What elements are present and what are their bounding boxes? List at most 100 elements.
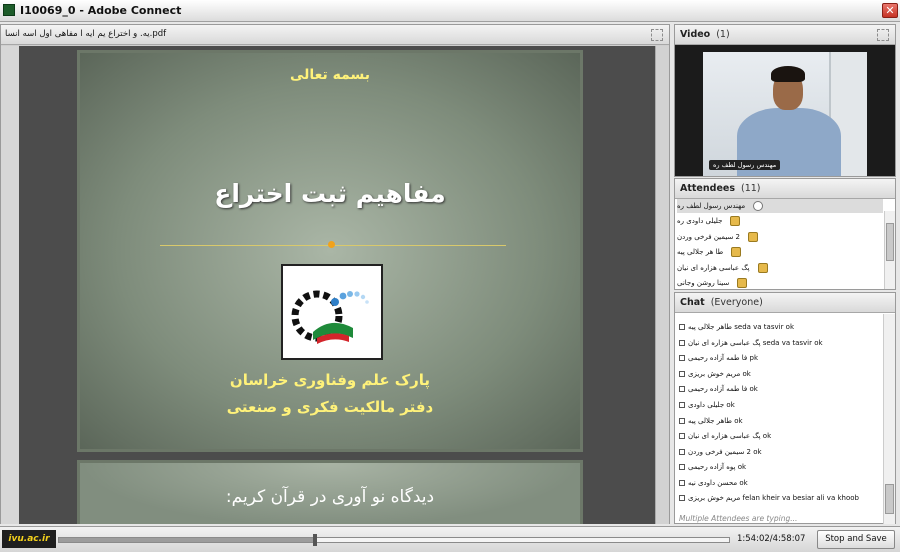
share-pod: یه. و اختراع یم ایه ا مفاهی اول اسه انسا… — [0, 24, 670, 524]
presenter-video[interactable]: مهندس رسول لطف ره — [703, 52, 867, 176]
attendees-label: Attendees — [680, 183, 735, 194]
attendee-name: طا هر جلالی پیه — [677, 248, 724, 256]
attendee-row[interactable]: پگ عباسی هزاره ای نیان — [677, 261, 883, 275]
chat-text: ok — [762, 432, 772, 440]
slide-basmala: بسمه تعالی — [289, 67, 371, 83]
user-icon — [748, 232, 758, 242]
science-park-logo — [281, 264, 383, 360]
typing-status: Multiple Attendees are typing... — [679, 514, 798, 523]
chat-text: seda va tasvir ok — [734, 323, 795, 331]
chat-text: pk — [749, 354, 759, 362]
chat-user: مریم خوش بریزی — [688, 494, 741, 502]
progress-handle[interactable] — [312, 534, 317, 546]
chat-user: پگ عباسی هزاره ای نیان — [688, 432, 761, 440]
chat-bullet-icon — [679, 402, 685, 408]
stop-and-save-button[interactable]: Stop and Save — [817, 530, 895, 549]
attendee-row[interactable]: 2 سیمین فرخی وردن — [677, 230, 883, 244]
attendees-scrollbar[interactable] — [884, 211, 895, 289]
video-label: Video — [680, 29, 711, 40]
attendees-pod-header: Attendees (11) — [675, 179, 895, 199]
chat-message: طاهر جلالی پیه seda va tasvir ok — [679, 323, 794, 335]
attendees-scroll-thumb[interactable] — [886, 223, 894, 261]
chat-user: فا طمه آزاده رحیمی — [688, 354, 748, 362]
chat-label: Chat — [680, 297, 705, 308]
window-title: I10069_0 - Adobe Connect — [20, 4, 182, 17]
chat-message: 2 سیمین فرخی وردن ok — [679, 448, 762, 460]
chat-user: مریم خوش بریزی — [688, 370, 741, 378]
chat-scrollbar[interactable] — [883, 314, 895, 524]
chat-bullet-icon — [679, 495, 685, 501]
progress-fill — [59, 538, 315, 542]
chat-text: ok — [726, 401, 735, 409]
chat-user: طاهر جلالی پیه — [688, 323, 732, 331]
chat-message: پگ عباسی هزاره ای نیان ok — [679, 432, 771, 444]
attendee-row[interactable]: جلیلی داودی ره — [677, 214, 883, 228]
chat-bullet-icon — [679, 480, 685, 486]
chat-pod-title: Chat (Everyone) — [680, 297, 763, 308]
chat-message: پگ عباسی هزاره ای نیان seda va tasvir ok — [679, 339, 823, 351]
chat-text: ok — [742, 370, 751, 378]
attendee-row[interactable]: سینا روشن وجانی — [677, 276, 883, 290]
phone-icon — [753, 201, 764, 211]
chat-bullet-icon — [679, 355, 685, 361]
attendee-name: پگ عباسی هزاره ای نیان — [677, 264, 750, 272]
chat-message: فا طمه آزاده رحیمی pk — [679, 354, 758, 366]
next-slide-preview: دیدگاه نو آوری در قرآن کریم: — [77, 460, 583, 524]
chat-user: پگ عباسی هزاره ای نیان — [688, 339, 761, 347]
video-count: (1) — [716, 29, 730, 40]
chat-text: ok — [749, 385, 758, 393]
video-pod: Video (1) مهندس رسول لطف ره — [674, 24, 896, 177]
slide-org-office: دفتر مالکیت فکری و صنعتی — [226, 398, 434, 416]
title-bar: I10069_0 - Adobe Connect ✕ — [0, 0, 900, 22]
chat-pod-header: Chat (Everyone) — [675, 293, 895, 313]
chat-message: مریم خوش بریزی felan kheir va besiar ali… — [679, 494, 859, 506]
slide-viewer: بسمه تعالی مفاهیم ثبت اختراع پارک علم وف… — [1, 46, 669, 524]
playback-bar: ivu.ac.ir 1:54:02/4:58:07 Stop and Save — [0, 526, 900, 552]
attendee-name: جلیلی داودی ره — [677, 217, 723, 225]
viewer-left-margin — [1, 46, 19, 524]
playback-progress[interactable] — [58, 534, 730, 546]
divider-ornament — [328, 241, 335, 248]
slide-org-name: پارک علم وفناوری خراسان — [229, 371, 431, 389]
chat-user: طاهر جلالی پیه — [688, 417, 732, 425]
next-slide-text: دیدگاه نو آوری در قرآن کریم: — [225, 487, 435, 507]
app-icon — [3, 4, 15, 16]
chat-bullet-icon — [679, 433, 685, 439]
presenter-hair — [771, 66, 805, 82]
close-button[interactable]: ✕ — [882, 3, 898, 18]
adobe-connect-window: I10069_0 - Adobe Connect ✕ یه. و اختراع … — [0, 0, 900, 552]
chat-text: felan kheir va besiar ali va khoob — [742, 494, 859, 502]
video-fullscreen-icon[interactable] — [877, 29, 889, 41]
user-icon — [737, 278, 748, 288]
chat-bullet-icon — [679, 324, 685, 330]
chat-message: جلیلی داودی ok — [679, 401, 735, 413]
current-slide: بسمه تعالی مفاهیم ثبت اختراع پارک علم وف… — [77, 50, 583, 452]
video-pod-title: Video (1) — [680, 29, 730, 40]
chat-user: 2 سیمین فرخی وردن — [688, 448, 751, 456]
video-pod-header: Video (1) — [675, 25, 895, 45]
viewer-scrollbar[interactable] — [655, 46, 669, 524]
chat-bullet-icon — [679, 371, 685, 377]
chat-bullet-icon — [679, 464, 685, 470]
chat-message: مریم خوش بریزی ok — [679, 370, 751, 382]
chat-message: پوه آزاده رحیمی ok — [679, 463, 746, 475]
chat-bullet-icon — [679, 418, 685, 424]
chat-bullet-icon — [679, 340, 685, 346]
user-icon — [730, 216, 741, 226]
chat-message: طاهر جلالی پیه ok — [679, 417, 743, 429]
chat-scroll-thumb[interactable] — [885, 484, 894, 514]
chat-message: محسن داودی نیه ok — [679, 479, 748, 491]
attendees-count: (11) — [740, 183, 761, 194]
attendee-row[interactable]: طا هر جلالی پیه — [677, 245, 883, 259]
chat-text: ok — [737, 463, 747, 471]
attendee-name: سینا روشن وجانی — [677, 279, 730, 287]
user-icon — [731, 247, 742, 257]
brand-logo: ivu.ac.ir — [2, 530, 56, 548]
attendee-row[interactable]: مهندس رسول لطف ره — [677, 199, 883, 213]
chat-user: پوه آزاده رحیمی — [688, 463, 736, 471]
attendee-name: مهندس رسول لطف ره — [677, 202, 746, 210]
attendees-pod-title: Attendees (11) — [680, 183, 761, 194]
chat-pod: Chat (Everyone) طاهر جلالی پیه seda va ta… — [674, 292, 896, 524]
fullscreen-icon[interactable] — [651, 29, 663, 41]
chat-bullet-icon — [679, 449, 685, 455]
